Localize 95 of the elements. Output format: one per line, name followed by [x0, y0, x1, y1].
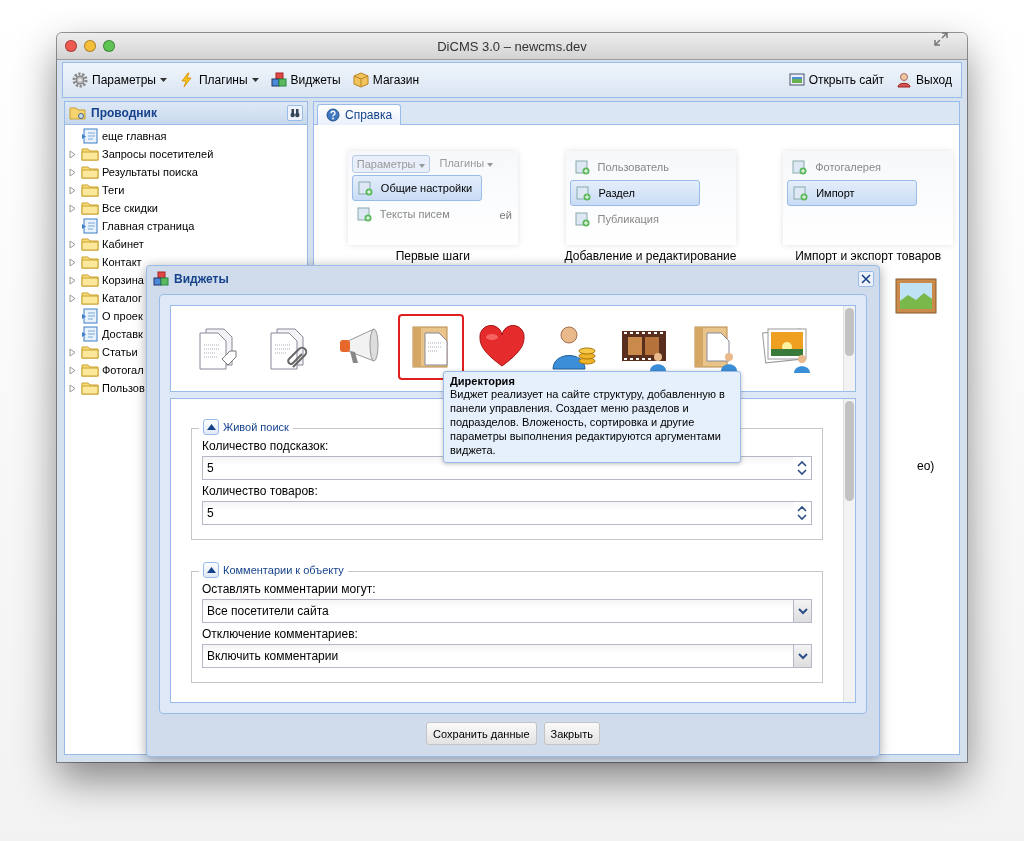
page-icon: [81, 326, 99, 342]
tooltip-text: Виджет реализует на сайте структуру, добавленную в панели управления. Создает меню разделов и подразделов. Вложеность, сортировка и другие параметры выполнения редактируются аргументами виджета.: [450, 387, 726, 457]
menu-item-icon: [573, 211, 590, 227]
help-caption: Импорт и экспорт товаров: [795, 249, 942, 263]
tree-item[interactable]: Теги: [102, 184, 125, 196]
folder-icon: [81, 272, 99, 288]
help-text-fragment: ео): [916, 459, 935, 473]
field-label: Количество товаров:: [202, 484, 318, 498]
tree-item[interactable]: Пользов: [102, 382, 145, 394]
menu-button-image: Плагины: [435, 155, 498, 173]
lightning-icon: [178, 72, 195, 88]
menu-item-icon: [574, 185, 591, 201]
tree-item[interactable]: Главная страница: [102, 220, 195, 232]
menu-item-icon: [355, 206, 372, 222]
search-button[interactable]: [287, 105, 303, 121]
tree-item[interactable]: Кабинет: [102, 238, 144, 250]
group-title: Живой поиск: [223, 421, 289, 433]
page-icon: [81, 308, 99, 324]
collapse-arrow-icon: [206, 567, 216, 573]
collapse-arrow-icon: [206, 424, 216, 430]
menu-item-icon: [356, 180, 373, 196]
scrollbar[interactable]: [843, 399, 855, 702]
field-label: Оставлять комментарии могут:: [202, 582, 376, 596]
scrollbar[interactable]: [843, 306, 855, 391]
folder-search-icon: [69, 105, 87, 121]
menu-item-image: Общие настройки: [351, 175, 482, 201]
monitor-icon: [788, 72, 805, 88]
dialog-title: Виджеты: [174, 272, 229, 286]
folder-icon: [81, 344, 99, 360]
user-icon: [896, 72, 913, 88]
window-title: DiCMS 3.0 – newcms.dev: [436, 38, 588, 54]
tree-item[interactable]: Результаты поиска: [102, 166, 198, 178]
tree-item[interactable]: Доставк: [102, 328, 143, 340]
dropdown-field[interactable]: Включить комментарии: [202, 644, 793, 668]
tree-item[interactable]: Корзина: [102, 274, 144, 286]
cubes-icon: [152, 271, 170, 287]
menu-item-icon: [791, 159, 808, 175]
close-button[interactable]: [65, 40, 77, 52]
field-label: Отключение комментариев:: [202, 627, 358, 641]
tooltip-title: Директория: [450, 375, 516, 387]
group-title: Комментарии к объекту: [223, 564, 344, 576]
collapse-button[interactable]: [203, 562, 219, 578]
folder-icon: [81, 362, 99, 378]
menu-button-image: Параметры: [351, 155, 430, 173]
minimize-button[interactable]: [84, 40, 96, 52]
menu-item-image: Фотогалерея: [787, 155, 918, 179]
help-icon: [326, 108, 340, 122]
package-icon: [352, 72, 369, 88]
tree-item[interactable]: Каталог: [102, 292, 142, 304]
page-icon: [81, 218, 99, 234]
toolbar-button[interactable]: Выход: [893, 70, 955, 90]
menu-text-fragment: ей: [499, 209, 512, 221]
tree-item[interactable]: Все скидки: [102, 202, 158, 214]
zoom-button[interactable]: [103, 40, 115, 52]
tree-item[interactable]: Запросы посетителей: [102, 148, 214, 160]
close-button[interactable]: [858, 271, 874, 287]
folder-icon: [81, 254, 99, 270]
panel-title: Проводник: [91, 106, 157, 120]
toolbar-button[interactable]: Виджеты: [267, 70, 344, 90]
menu-item-image: Публикация: [569, 207, 700, 231]
tree-item[interactable]: Контакт: [102, 256, 142, 268]
folder-icon: [81, 146, 99, 162]
tree-item[interactable]: Фотогал: [102, 364, 144, 376]
toolbar-button[interactable]: Плагины: [175, 70, 262, 90]
help-caption: Добавление и редактирование: [564, 249, 737, 263]
menu-item-image: Импорт: [787, 180, 918, 206]
menu-item-icon: [792, 185, 809, 201]
folder-icon: [81, 290, 99, 306]
help-caption: Первые шаги: [395, 249, 470, 263]
folder-icon: [81, 164, 99, 180]
caret-icon: [159, 78, 167, 82]
toolbar-button[interactable]: Параметры: [69, 70, 170, 90]
folder-icon: [81, 200, 99, 216]
caret-icon: [251, 78, 259, 82]
menu-item-image: Тексты писем: [351, 202, 482, 226]
tab[interactable]: Справка: [317, 104, 402, 125]
folder-icon: [81, 380, 99, 396]
menu-item-image: Пользователь: [569, 155, 700, 179]
tree-item[interactable]: Статьи: [102, 346, 138, 358]
gear-icon: [72, 72, 88, 88]
menu-item-image: Раздел: [569, 180, 700, 206]
page-icon: [81, 128, 99, 144]
toolbar-button[interactable]: Открыть сайт: [785, 70, 888, 90]
dropdown-field[interactable]: Все посетители сайта: [202, 599, 793, 623]
tree-item[interactable]: еще главная: [102, 130, 167, 142]
dialog-button[interactable]: Закрыть: [543, 722, 600, 745]
tree-item[interactable]: О проек: [102, 310, 143, 322]
toolbar-button[interactable]: Магазин: [349, 70, 423, 90]
collapse-button[interactable]: [203, 419, 219, 435]
folder-icon: [81, 236, 99, 252]
field-label: Количество подсказок:: [202, 439, 329, 453]
cubes-icon: [270, 72, 287, 88]
dialog-button[interactable]: Сохранить данные: [426, 722, 537, 745]
menu-item-icon: [573, 159, 590, 175]
folder-icon: [81, 182, 99, 198]
